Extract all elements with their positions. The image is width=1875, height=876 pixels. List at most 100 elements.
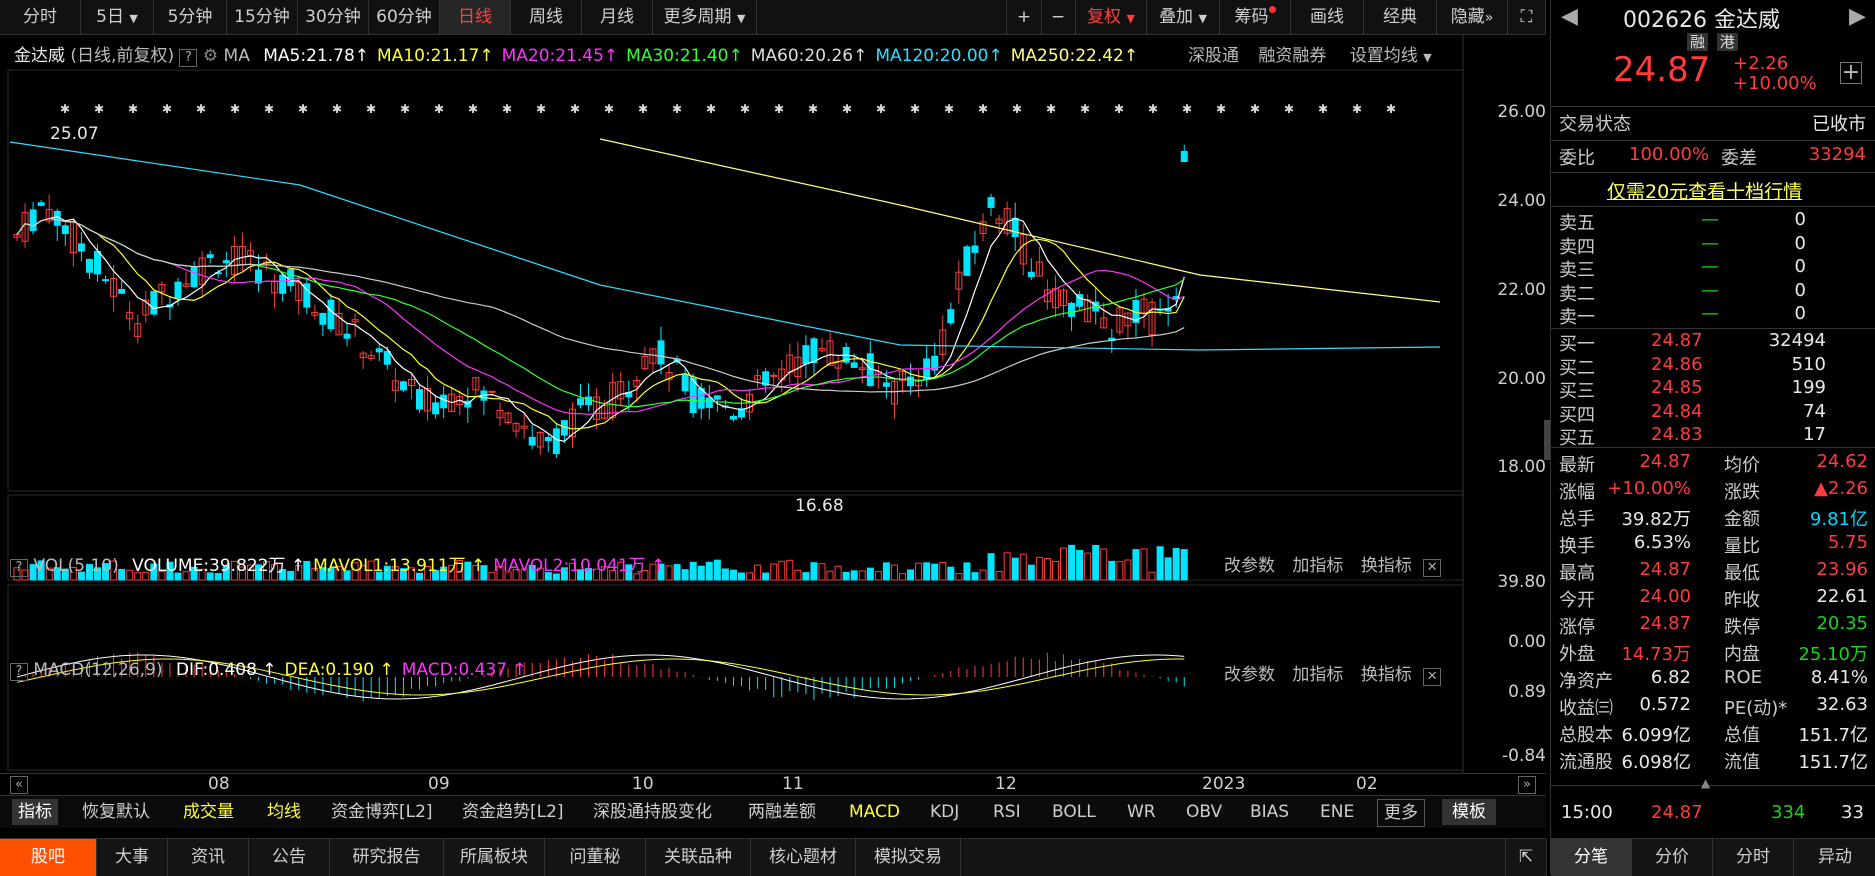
prev-stock-icon[interactable]: ◀ <box>1561 4 1578 29</box>
tab-events[interactable]: 大事 <box>97 839 168 876</box>
period-tab-intraday[interactable]: 分时 <box>0 0 81 34</box>
more-periods-dropdown[interactable]: 更多周期 ▼ <box>653 0 757 34</box>
template-button[interactable]: 模板 <box>1442 799 1496 825</box>
help-icon[interactable]: ? <box>10 663 28 681</box>
tab-themes[interactable]: 核心题材 <box>751 839 856 876</box>
indicator-ma[interactable]: 均线 <box>267 799 301 825</box>
tab-ask-secretary[interactable]: 问董秘 <box>545 839 646 876</box>
candle-body <box>713 395 721 400</box>
x-tick: 12 <box>995 774 1017 794</box>
x-tick: 2023 <box>1202 774 1246 794</box>
candle-body <box>705 397 713 408</box>
indicator-wr[interactable]: WR <box>1127 799 1156 825</box>
indicator-macd[interactable]: MACD <box>849 799 900 825</box>
hide-button[interactable]: 隐藏» <box>1437 0 1508 34</box>
close-icon[interactable]: ✕ <box>1423 668 1442 686</box>
next-stock-icon[interactable]: ▶ <box>1849 4 1866 29</box>
stat-label: 最高 <box>1559 563 1595 584</box>
indicator-boll[interactable]: BOLL <box>1052 799 1096 825</box>
indicator-connect-holdings[interactable]: 深股通持股变化 <box>593 799 712 825</box>
event-marker-icon: ✱ <box>94 102 104 116</box>
indicator-kdj[interactable]: KDJ <box>930 799 959 825</box>
panel-splitter[interactable] <box>1544 420 1550 460</box>
tab-ticks[interactable]: 分笔 <box>1551 839 1632 876</box>
stat-label: PE(动)* <box>1724 698 1788 719</box>
tab-simulated-trading[interactable]: 模拟交易 <box>856 839 961 876</box>
tab-news[interactable]: 资讯 <box>168 839 249 876</box>
period-tab-daily[interactable]: 日线 <box>440 0 511 34</box>
ma120-line <box>9 141 1441 351</box>
scroll-right-icon[interactable]: » <box>1518 776 1536 794</box>
indicator-volume[interactable]: 成交量 <box>183 799 234 825</box>
event-marker-icon: ✱ <box>672 102 682 116</box>
stat-label: 净资产 <box>1559 671 1613 692</box>
period-tab-weekly[interactable]: 周线 <box>511 0 582 34</box>
fullscreen-icon[interactable]: ⛶ <box>1508 0 1546 34</box>
popout-icon[interactable]: ⇱ <box>1505 839 1547 876</box>
tab-alerts[interactable]: 异动 <box>1794 839 1875 876</box>
indicator-fund-game[interactable]: 资金博弈[L2] <box>331 799 433 825</box>
ask-row: 卖一 — 0 <box>1551 303 1875 328</box>
indicator-fund-trend[interactable]: 资金趋势[L2] <box>462 799 564 825</box>
candle-body <box>94 250 101 275</box>
stat-value: 9.81亿 <box>1809 509 1868 530</box>
indicator-toggle-button[interactable]: 指标 <box>12 799 58 825</box>
period-tab-monthly[interactable]: 月线 <box>582 0 653 34</box>
edit-params-button[interactable]: 改参数 <box>1224 665 1275 685</box>
badges: 融 港 <box>1687 31 1738 52</box>
expand-up-icon[interactable]: ▲ <box>1701 776 1710 790</box>
restore-rights-dropdown[interactable]: 复权 ▼ <box>1076 0 1147 34</box>
indicator-obv[interactable]: OBV <box>1186 799 1222 825</box>
ma20-line <box>16 217 1185 415</box>
indicator-rsi[interactable]: RSI <box>993 799 1021 825</box>
add-watchlist-icon[interactable]: + <box>1840 62 1862 84</box>
candle-body <box>577 398 584 406</box>
ask-price: — <box>1701 279 1719 301</box>
stats-row: 最新 24.87 均价 24.62 <box>1551 451 1875 476</box>
period-tab-30min[interactable]: 30分钟 <box>298 0 369 34</box>
switch-indicator-button[interactable]: 换指标 <box>1361 665 1412 685</box>
macd-value: DIF:0.408 ↑ <box>175 660 277 680</box>
help-icon[interactable]: ? <box>10 559 28 577</box>
period-tab-15min[interactable]: 15分钟 <box>227 0 298 34</box>
overlay-dropdown[interactable]: 叠加 ▼ <box>1147 0 1220 34</box>
period-tab-5min[interactable]: 5分钟 <box>154 0 227 34</box>
tab-intraday[interactable]: 分时 <box>1713 839 1794 876</box>
candle-body <box>681 374 689 392</box>
more-indicators-button[interactable]: 更多 <box>1377 799 1425 827</box>
restore-default-button[interactable]: 恢复默认 <box>82 799 150 825</box>
volume-bar <box>1051 560 1059 581</box>
chips-button[interactable]: 筹码 <box>1220 0 1291 34</box>
indicator-margin-diff[interactable]: 两融差额 <box>748 799 816 825</box>
zoom-out-button[interactable]: − <box>1041 0 1076 34</box>
switch-indicator-button[interactable]: 换指标 <box>1361 556 1412 576</box>
classic-button[interactable]: 经典 <box>1364 0 1437 34</box>
tab-guba[interactable]: 股吧 <box>0 839 97 876</box>
close-icon[interactable]: ✕ <box>1423 559 1442 577</box>
bid-row: 买五 24.83 17 <box>1551 424 1875 449</box>
add-indicator-button[interactable]: 加指标 <box>1292 556 1343 576</box>
bid-row: 买三 24.85 199 <box>1551 377 1875 402</box>
tab-related[interactable]: 关联品种 <box>646 839 751 876</box>
bid-label: 买一 <box>1559 334 1595 355</box>
tab-price-dist[interactable]: 分价 <box>1632 839 1713 876</box>
period-tab-60min[interactable]: 60分钟 <box>369 0 440 34</box>
tab-sectors[interactable]: 所属板块 <box>444 839 545 876</box>
event-marker-icon: ✱ <box>842 102 852 116</box>
volume-bar <box>850 570 858 581</box>
period-tab-5day[interactable]: 5日 ▼ <box>81 0 154 34</box>
event-marker-icon: ✱ <box>1352 102 1362 116</box>
caret-down-icon: ▼ <box>1126 12 1135 25</box>
indicator-bias[interactable]: BIAS <box>1250 799 1289 825</box>
scroll-left-icon[interactable]: « <box>10 776 28 794</box>
edit-params-button[interactable]: 改参数 <box>1224 556 1275 576</box>
ten-level-promo-link[interactable]: 仅需20元查看十档行情 <box>1607 177 1802 204</box>
stats-row: 总股本 6.099亿 总值 151.7亿 <box>1551 721 1875 746</box>
tab-research[interactable]: 研究报告 <box>330 839 444 876</box>
draw-line-button[interactable]: 画线 <box>1291 0 1364 34</box>
zoom-in-button[interactable]: + <box>1006 0 1042 34</box>
add-indicator-button[interactable]: 加指标 <box>1292 665 1343 685</box>
tab-announcements[interactable]: 公告 <box>249 839 330 876</box>
event-marker-icon: ✱ <box>502 102 512 116</box>
indicator-ene[interactable]: ENE <box>1320 799 1354 825</box>
